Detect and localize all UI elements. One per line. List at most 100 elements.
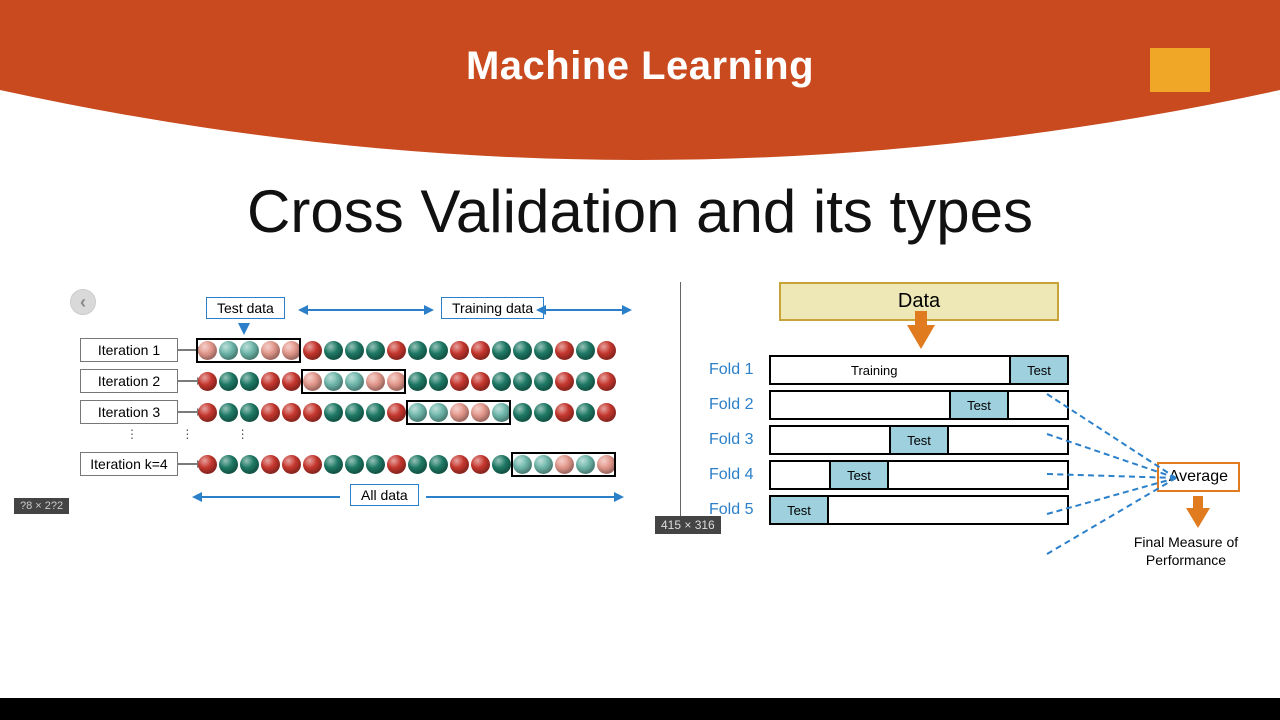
bead-green — [219, 403, 238, 422]
bead-strip — [198, 455, 616, 474]
accent-chip — [1150, 48, 1210, 92]
bead-strip — [198, 341, 616, 360]
banner: Machine Learning — [0, 22, 1280, 192]
fold-row: Fold 1 Training Test — [709, 355, 1270, 385]
fold-row: Fold 2Test — [709, 390, 1270, 420]
bead-red — [303, 403, 322, 422]
close-icon[interactable]: ‹ — [70, 289, 96, 315]
slide-header-title: Machine Learning — [0, 44, 1280, 89]
bead-red — [261, 455, 280, 474]
test-data-label: Test data — [206, 297, 285, 319]
test-segment: Test — [769, 495, 829, 525]
bead-strip — [198, 372, 616, 391]
bead-red — [597, 403, 616, 422]
iteration-row: Iteration k=4 — [80, 452, 650, 476]
bead-red — [282, 403, 301, 422]
bead-strip — [198, 403, 616, 422]
fold-label: Fold 1 — [709, 361, 769, 379]
bead-green — [534, 372, 553, 391]
bead-red — [555, 372, 574, 391]
bead-green — [219, 455, 238, 474]
kfold-beads-diagram: ‹ Test data Training data Iteration 1Ite… — [80, 297, 650, 516]
bead-red — [387, 341, 406, 360]
bead-red — [198, 403, 217, 422]
bead-red — [282, 372, 301, 391]
slide-subtitle: Cross Validation and its types — [0, 177, 1280, 246]
bead-green — [492, 372, 511, 391]
bead-green — [345, 403, 364, 422]
bead-green — [534, 403, 553, 422]
bead-red — [471, 372, 490, 391]
arrow-down-icon — [238, 323, 250, 335]
bead-green — [324, 341, 343, 360]
test-selection-box — [511, 452, 616, 477]
test-selection-box — [406, 400, 511, 425]
bead-red — [198, 372, 217, 391]
bead-red — [303, 455, 322, 474]
fold-bar: Test — [769, 495, 1069, 525]
connector-arrow-icon — [178, 463, 198, 465]
all-data-label: All data — [350, 484, 419, 506]
iteration-label: Iteration 3 — [80, 400, 178, 424]
harrow-icon — [426, 496, 616, 498]
iteration-row: Iteration 3 — [80, 400, 650, 424]
harrow-icon — [544, 309, 624, 311]
bead-green — [429, 341, 448, 360]
bead-red — [555, 341, 574, 360]
bead-green — [429, 372, 448, 391]
connector-arrow-icon — [178, 411, 198, 413]
test-selection-box — [196, 338, 301, 363]
kfold-bars-diagram: Data Fold 1TrainingTestFold 2TestFold 3T… — [680, 282, 1270, 530]
final-measure-label: Final Measure of Performance — [1116, 534, 1256, 569]
training-data-label: Training data — [441, 297, 544, 319]
bead-green — [534, 341, 553, 360]
harrow-icon — [306, 309, 426, 311]
fold-row: Fold 3Test — [709, 425, 1270, 455]
bead-red — [387, 455, 406, 474]
bead-red — [597, 372, 616, 391]
dimension-tag: 415 × 316 — [655, 516, 721, 534]
test-segment: Test — [829, 460, 889, 490]
bead-green — [492, 455, 511, 474]
bead-red — [261, 372, 280, 391]
iteration-label: Iteration 1 — [80, 338, 178, 362]
arrow-down-icon — [1186, 508, 1210, 528]
bead-green — [576, 341, 595, 360]
fold-label: Fold 3 — [709, 431, 769, 449]
bead-red — [282, 455, 301, 474]
bead-red — [450, 455, 469, 474]
bead-red — [450, 372, 469, 391]
iteration-label: Iteration k=4 — [80, 452, 178, 476]
bead-red — [555, 403, 574, 422]
bead-green — [513, 403, 532, 422]
bead-red — [471, 455, 490, 474]
bead-red — [198, 455, 217, 474]
bead-red — [471, 341, 490, 360]
iteration-label: Iteration 2 — [80, 369, 178, 393]
bead-green — [576, 403, 595, 422]
bead-green — [366, 403, 385, 422]
bead-red — [387, 403, 406, 422]
fold-bar: Test — [769, 460, 1069, 490]
training-segment-label: Training — [851, 363, 897, 378]
harrow-icon — [200, 496, 340, 498]
bead-green — [240, 403, 259, 422]
bead-green — [345, 341, 364, 360]
bead-green — [240, 372, 259, 391]
fold-bar: Training Test — [769, 355, 1069, 385]
test-segment: Test — [949, 390, 1009, 420]
bead-green — [492, 341, 511, 360]
bead-green — [513, 341, 532, 360]
bead-green — [345, 455, 364, 474]
connector-arrow-icon — [178, 380, 198, 382]
bead-green — [240, 455, 259, 474]
bead-green — [576, 372, 595, 391]
iteration-row: Iteration 1 — [80, 338, 650, 362]
connector-arrow-icon — [178, 349, 198, 351]
fold-label: Fold 4 — [709, 466, 769, 484]
bead-red — [597, 341, 616, 360]
dimension-tag: ?8 × 2?2 — [14, 498, 69, 514]
bead-red — [261, 403, 280, 422]
arrow-down-icon — [907, 325, 935, 349]
test-segment: Test — [1009, 355, 1069, 385]
